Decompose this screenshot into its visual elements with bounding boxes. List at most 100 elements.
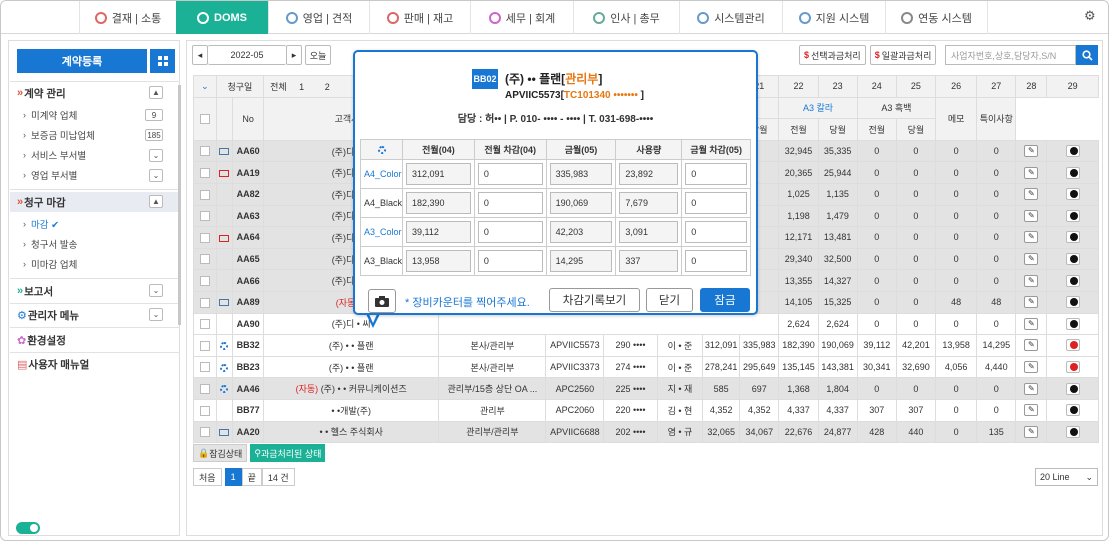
- counter-input[interactable]: 0: [477, 250, 543, 272]
- counter-input[interactable]: 312,091: [406, 163, 471, 185]
- nav-hr[interactable]: 인사 | 총무: [573, 1, 679, 34]
- memo-edit-icon[interactable]: ✎: [1024, 296, 1039, 309]
- info-icon[interactable]: [1065, 404, 1080, 417]
- nav-doms[interactable]: DOMS: [176, 1, 268, 34]
- memo-edit-icon[interactable]: ✎: [1024, 339, 1039, 352]
- expand-button[interactable]: ⌄: [149, 149, 163, 162]
- info-icon[interactable]: [1065, 166, 1080, 179]
- today-button[interactable]: 오늘: [305, 45, 331, 65]
- counter-input[interactable]: 0: [477, 221, 543, 243]
- info-icon[interactable]: [1065, 296, 1080, 309]
- sidebar-item-sales-dept[interactable]: › 영업 부서별: [23, 166, 77, 184]
- customer-name[interactable]: (주) • • 플랜: [263, 355, 440, 379]
- counter-input[interactable]: 14,295: [549, 250, 613, 272]
- table-row[interactable]: AA90 (주)디 • 씨 2,624 2,624 0 0 0 0 ✎: [193, 312, 1099, 336]
- sidebar-item-closed[interactable]: › 마감 ✔: [23, 215, 59, 233]
- menu-billing-close[interactable]: » 청구 마감: [17, 192, 66, 212]
- day-24[interactable]: 24: [856, 75, 897, 98]
- sidebar-item-invoice-send[interactable]: › 청구서 발송: [23, 235, 77, 253]
- grid-view-button[interactable]: [150, 49, 175, 73]
- sidebar-item-uncontracted[interactable]: › 미계약 업체: [23, 106, 77, 124]
- deduction-history-button[interactable]: 차감기록보기: [549, 288, 640, 312]
- customer-no[interactable]: AA66: [232, 269, 265, 292]
- menu-manual[interactable]: ▤ 사용자 매뉴얼: [17, 354, 89, 374]
- counter-input[interactable]: 0: [685, 250, 747, 272]
- day-28[interactable]: 28: [1015, 75, 1048, 98]
- nav-tax[interactable]: 세무 | 회계: [470, 1, 573, 34]
- lock-button[interactable]: 잠금: [700, 288, 750, 312]
- collapse-button[interactable]: ▲: [149, 195, 163, 208]
- memo-edit-icon[interactable]: ✎: [1024, 166, 1039, 179]
- row-checkbox[interactable]: [199, 189, 210, 200]
- customer-no[interactable]: AA89: [232, 290, 265, 314]
- counter-input[interactable]: 13,958: [406, 250, 471, 272]
- info-icon[interactable]: [1065, 231, 1080, 244]
- customer-no[interactable]: AA60: [232, 139, 265, 163]
- counter-input[interactable]: 182,390: [406, 192, 471, 214]
- day-25[interactable]: 25: [895, 75, 937, 98]
- row-checkbox[interactable]: [199, 211, 210, 222]
- memo-edit-icon[interactable]: ✎: [1024, 188, 1039, 201]
- menu-contract-mgmt[interactable]: » 계약 관리: [17, 83, 66, 103]
- info-icon[interactable]: [1065, 382, 1080, 395]
- row-checkbox[interactable]: [199, 340, 210, 351]
- nav-approval[interactable]: 결재 | 소통: [79, 1, 176, 34]
- nav-support[interactable]: 지원 시스템: [782, 1, 885, 34]
- page-1-button[interactable]: 1: [224, 468, 242, 486]
- counter-input[interactable]: 335,983: [549, 163, 613, 185]
- day-1[interactable]: 1: [299, 82, 304, 92]
- row-checkbox[interactable]: [199, 319, 210, 330]
- last-page-button[interactable]: 끝: [241, 468, 262, 486]
- camera-button[interactable]: [368, 289, 396, 313]
- row-checkbox[interactable]: [199, 297, 210, 308]
- gear-icon[interactable]: ⚙: [1084, 9, 1096, 22]
- memo-edit-icon[interactable]: ✎: [1024, 404, 1039, 417]
- day-26[interactable]: 26: [935, 75, 978, 98]
- counter-input[interactable]: 23,892: [619, 163, 679, 185]
- counter-input[interactable]: 0: [477, 192, 543, 214]
- row-checkbox[interactable]: [199, 427, 210, 438]
- customer-no[interactable]: AA65: [232, 247, 265, 271]
- row-checkbox[interactable]: [199, 362, 210, 373]
- counter-input[interactable]: 0: [685, 192, 747, 214]
- expand-toggle[interactable]: ⌄: [193, 75, 217, 98]
- info-icon[interactable]: [1065, 209, 1080, 222]
- expand-button[interactable]: ⌄: [149, 284, 163, 297]
- next-month-button[interactable]: ▸: [286, 45, 302, 65]
- customer-no[interactable]: AA19: [232, 161, 265, 184]
- customer-no[interactable]: BB32: [232, 334, 265, 357]
- prev-month-button[interactable]: ◂: [192, 45, 208, 65]
- nav-inventory[interactable]: 판매 | 재고: [369, 1, 470, 34]
- day-all[interactable]: 전체: [270, 82, 287, 92]
- expand-button[interactable]: ⌄: [149, 308, 163, 321]
- counter-input[interactable]: 3,091: [619, 221, 679, 243]
- counter-input[interactable]: 190,069: [549, 192, 613, 214]
- counter-input[interactable]: 39,112: [406, 221, 471, 243]
- day-23[interactable]: 23: [817, 75, 858, 98]
- table-row[interactable]: AA46 (자동) (주) • • 커뮤니케이션즈 관리부/15층 상단 OA ..…: [193, 377, 1099, 400]
- counter-input[interactable]: 0: [685, 221, 747, 243]
- expand-button[interactable]: ⌄: [149, 169, 163, 182]
- page-size-select[interactable]: 20 Line ⌄: [1035, 468, 1098, 486]
- day-29[interactable]: 29: [1046, 75, 1099, 98]
- info-icon[interactable]: [1065, 339, 1080, 352]
- customer-no[interactable]: AA82: [232, 182, 265, 206]
- menu-report[interactable]: » 보고서: [17, 281, 53, 301]
- info-icon[interactable]: [1065, 253, 1080, 266]
- customer-name[interactable]: • •개발(주): [263, 398, 440, 422]
- menu-settings[interactable]: ✿ 환경설정: [17, 330, 66, 350]
- counter-input[interactable]: 7,679: [619, 192, 679, 214]
- row-checkbox[interactable]: [199, 383, 210, 394]
- memo-edit-icon[interactable]: ✎: [1024, 382, 1039, 395]
- sidebar-item-unclosed[interactable]: › 미마감 업체: [23, 255, 77, 273]
- table-row[interactable]: BB32 (주) • • 플랜 본사/관리부 APVIIC5573 290 •••• 이 …: [193, 334, 1099, 357]
- customer-no[interactable]: AA46: [232, 377, 265, 400]
- search-button[interactable]: [1076, 45, 1098, 65]
- counter-input[interactable]: 42,203: [549, 221, 613, 243]
- customer-no[interactable]: AA20: [232, 420, 265, 444]
- select-all-checkbox[interactable]: [199, 114, 210, 124]
- memo-edit-icon[interactable]: ✎: [1024, 317, 1039, 330]
- table-row[interactable]: BB77 • •개발(주) 관리부 APC2060 220 •••• 김 • 현 4,352…: [193, 398, 1099, 422]
- month-field[interactable]: 2022-05: [208, 45, 286, 65]
- customer-no[interactable]: AA63: [232, 204, 265, 228]
